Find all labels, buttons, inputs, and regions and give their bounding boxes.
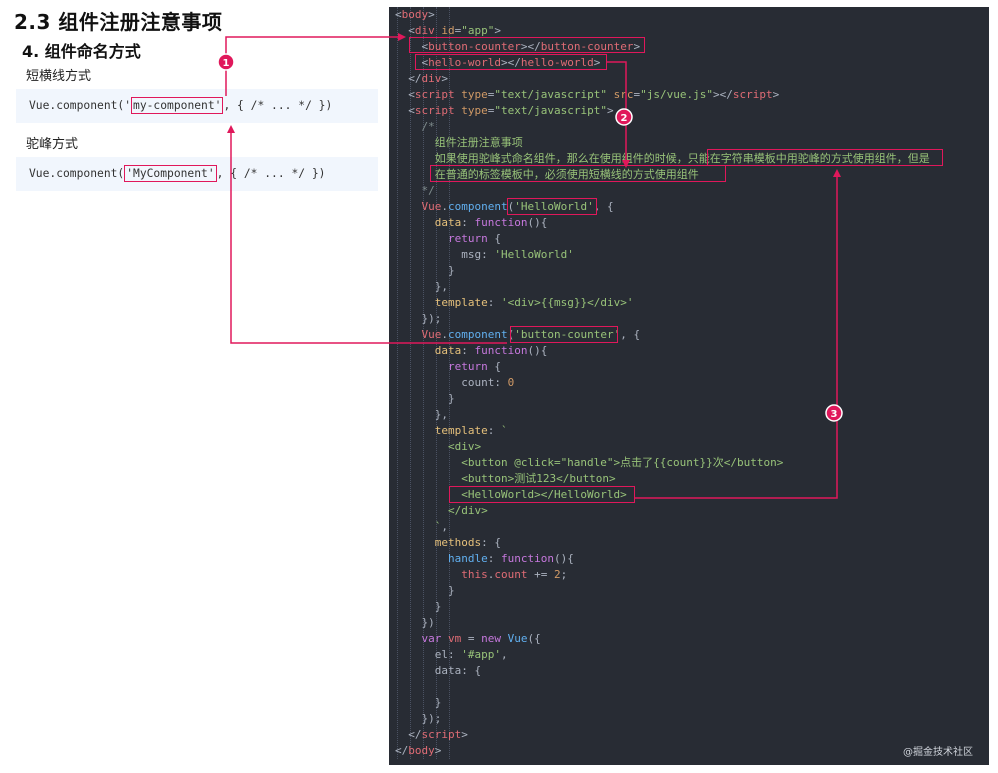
svg-text:2: 2 [621, 113, 628, 124]
svg-text:3: 3 [831, 409, 838, 420]
badge-1: 1 [217, 53, 235, 71]
arrow-3 [634, 169, 841, 499]
annotation-overlay: 1 2 3 [217, 33, 843, 499]
badge-3: 3 [825, 404, 843, 422]
arrow-1b [227, 125, 507, 344]
svg-text:1: 1 [223, 58, 230, 69]
badge-2: 2 [615, 108, 633, 126]
arrow-1 [225, 33, 406, 96]
